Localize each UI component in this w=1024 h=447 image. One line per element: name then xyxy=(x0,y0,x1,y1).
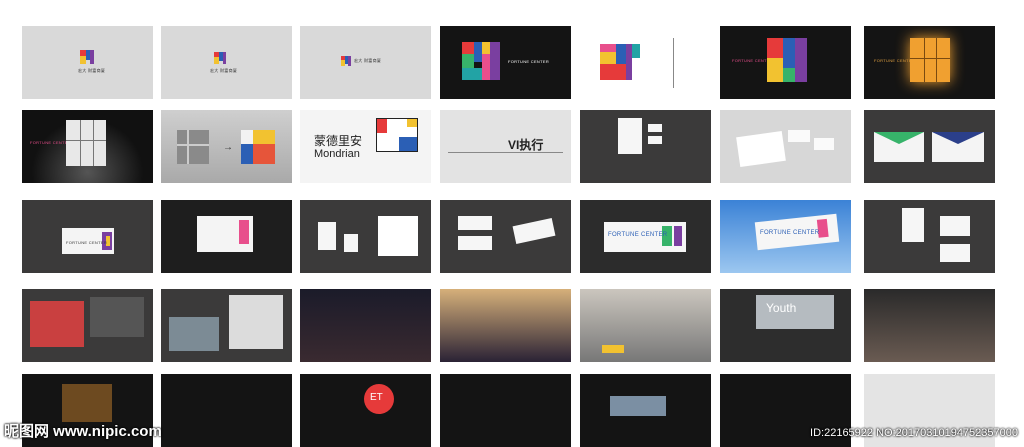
mosaic-logo xyxy=(462,42,500,80)
white-3d-logo xyxy=(66,120,106,166)
brand-logo xyxy=(214,52,226,64)
fortune-caption: FORTUNE CENTER xyxy=(874,58,916,63)
tile-store-front xyxy=(161,289,292,362)
tile-3d-logo: FORTUNE CENTER xyxy=(720,26,851,99)
tile-logo-small: 宏大 财富商厦 xyxy=(161,26,292,99)
watermark-brand: 昵图网 www.nipic.com xyxy=(4,423,162,440)
color-grid xyxy=(241,130,275,164)
brand-logo xyxy=(80,50,94,64)
tile-logo-cn: 宏大 财富商厦 xyxy=(22,26,153,99)
bubble-text: ET xyxy=(370,392,383,403)
envelope-white xyxy=(874,132,924,162)
watermark-bar: 昵图网 www.nipic.com ID:22165922 NO:2017031… xyxy=(0,421,1024,443)
gold-logo xyxy=(910,38,950,82)
tile-logo-mosaic: FORTUNE CENTER xyxy=(440,26,571,99)
fortune-caption: FORTUNE CENTER xyxy=(30,140,72,145)
vi-title: VI执行 xyxy=(508,138,544,152)
vi-presentation-sheet: 宏大 财富商厦 宏大 财富商厦 宏大 财富商厦 FORTUNE CENTER F… xyxy=(0,0,1024,447)
tile-white-3d: FORTUNE CENTER xyxy=(22,110,153,183)
mondrian-cn: 蒙德里安 xyxy=(314,134,363,148)
logo-caption: 宏大 财富商厦 xyxy=(210,68,238,73)
envelope-blue xyxy=(932,132,984,162)
gray-grid xyxy=(177,130,209,164)
tile-billboard: FORTUNE CENTER xyxy=(580,200,711,273)
tile-color-spec xyxy=(580,26,711,99)
youth-text: Youth xyxy=(766,301,797,315)
brand-logo xyxy=(341,56,351,66)
fortune-caption: FORTUNE CENTER xyxy=(508,59,550,64)
mondrian-en: Mondrian xyxy=(314,148,360,160)
tile-cards-hand xyxy=(440,200,571,273)
tile-cups xyxy=(300,200,431,273)
3d-logo xyxy=(767,38,807,82)
logo-caption: 宏大 财富商厦 xyxy=(354,58,382,63)
paper-bag xyxy=(197,216,253,252)
color-block-logo xyxy=(600,44,640,80)
letterhead xyxy=(618,118,642,154)
mondrian-painting xyxy=(376,118,418,152)
tile-street-view xyxy=(580,289,711,362)
arrow-icon: → xyxy=(223,142,234,153)
tile-interior xyxy=(22,289,153,362)
tile-stationery-photo xyxy=(720,110,851,183)
tile-logo-horizontal: 宏大 财富商厦 xyxy=(300,26,431,99)
tile-stationery xyxy=(580,110,711,183)
tile-youth-wall: Youth xyxy=(720,289,851,362)
tile-gold-logo: FORTUNE CENTER xyxy=(864,26,995,99)
tile-mall-interior xyxy=(864,289,995,362)
logo-caption: 宏大 财富商厦 xyxy=(78,68,106,73)
billboard-caption: FORTUNE CENTER xyxy=(760,230,820,236)
tile-vi-title: VI执行 xyxy=(440,110,571,183)
tile-transform: → xyxy=(161,110,292,183)
tile-mondrian: 蒙德里安 Mondrian xyxy=(300,110,431,183)
business-card xyxy=(648,124,662,132)
billboard-caption: FORTUNE CENTER xyxy=(608,232,668,238)
tile-city-lights xyxy=(440,289,571,362)
tile-bag-photo xyxy=(161,200,292,273)
tile-shopping-bag: FORTUNE CENTER xyxy=(22,200,153,273)
tile-envelopes xyxy=(864,110,995,183)
tile-billboard-sky: FORTUNE CENTER xyxy=(720,200,851,273)
tile-stationery-set xyxy=(864,200,995,273)
business-card xyxy=(648,136,662,144)
tile-night-building xyxy=(300,289,431,362)
bag-caption: FORTUNE CENTER xyxy=(66,240,108,245)
watermark-ids: ID:22165922 NO:20170310194752357000 xyxy=(810,427,1018,439)
